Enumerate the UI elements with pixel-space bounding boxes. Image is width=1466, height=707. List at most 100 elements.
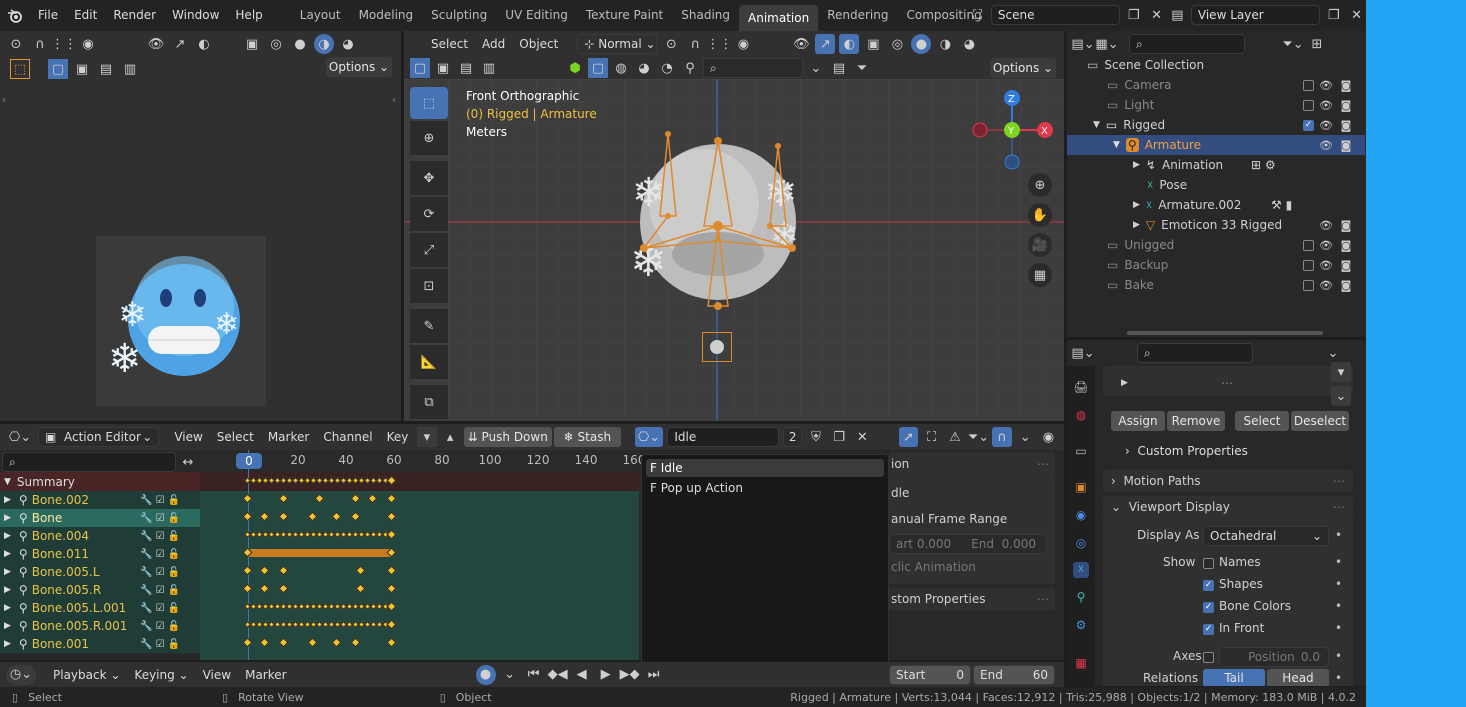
animate-dot-icon[interactable]: • — [1335, 649, 1342, 663]
properties-search-input[interactable]: ⌕ — [1137, 343, 1253, 363]
tool-rotate-icon[interactable]: ⟳ — [410, 197, 448, 231]
tool-measure-icon[interactable]: 📐 — [410, 345, 448, 379]
channel-toggles[interactable]: 🔧 ☑ 🔓 — [140, 603, 180, 614]
menu-file[interactable]: File — [30, 0, 66, 31]
viewport-shading-wire-icon[interactable]: ◎ — [887, 34, 907, 54]
exclude-checkbox[interactable] — [1303, 279, 1314, 291]
outliner-editor-type-icon[interactable]: ▤⌄ — [1071, 34, 1094, 54]
dopesheet-mode-dropdown[interactable]: ▣ Action Editor ⌄ — [38, 427, 160, 447]
tab-world-icon[interactable]: ◍ — [1073, 408, 1089, 424]
keyframe[interactable] — [386, 493, 397, 504]
menu-edit[interactable]: Edit — [66, 0, 105, 31]
animate-dot-icon[interactable]: • — [1335, 599, 1342, 613]
tab-rendering[interactable]: Rendering — [818, 0, 897, 31]
channel-row[interactable]: ▶ ⚲ Bone.005.R.001 🔧 ☑ 🔓 — [0, 617, 200, 635]
channel-search-input[interactable]: ⌕ — [2, 452, 176, 472]
tool-transform-icon[interactable]: ⊡ — [410, 269, 448, 303]
viewport-menu-select[interactable]: Select — [426, 37, 473, 51]
outliner-row-scene-collection[interactable]: ▭ Scene Collection — [1067, 55, 1365, 75]
viewport-pivot-icon[interactable]: ⊙ — [661, 34, 681, 54]
bone-colors-checkbox[interactable]: ✓ — [1203, 602, 1214, 613]
outliner-display-mode-icon[interactable]: ▦⌄ — [1095, 34, 1118, 54]
tab-collection-icon[interactable]: ▭ — [1073, 444, 1089, 460]
jump-start-icon[interactable]: ⏮ — [524, 665, 544, 685]
tab-layout[interactable]: Layout — [291, 0, 350, 31]
ortho-grid-icon[interactable]: ▦ — [1028, 263, 1052, 287]
viewport-options-button[interactable]: Options ⌄ — [990, 58, 1056, 78]
expand-right-icon[interactable]: ▶ — [4, 567, 11, 577]
tab-sculpting[interactable]: Sculpting — [422, 0, 496, 31]
fake-user-shield-icon[interactable]: ⛨ — [806, 427, 825, 447]
only-selected-icon[interactable]: ➚ — [899, 427, 919, 447]
keyframe[interactable] — [350, 493, 361, 504]
overlay-icon[interactable]: ◐ — [194, 34, 214, 54]
exclude-checkbox[interactable] — [1303, 79, 1314, 91]
animate-dot-icon[interactable]: • — [1335, 577, 1342, 591]
tab-constraints-icon[interactable]: ◎ — [1073, 536, 1089, 552]
jump-end-icon[interactable]: ⏭ — [644, 665, 664, 685]
camera-render-icon[interactable]: ◙ — [1337, 239, 1355, 252]
dopesheet-filter-icon[interactable]: ⏷⌄ — [968, 427, 989, 447]
outliner-row-rigged[interactable]: ▼ ▭ Rigged ✓ 👁 ◙ — [1067, 115, 1365, 135]
camera-options-button[interactable]: Options ⌄ — [326, 57, 392, 77]
view-layer-new-icon[interactable]: ❐ — [1324, 5, 1343, 25]
channel-toggles[interactable]: 🔧 ☑ 🔓 — [140, 531, 180, 542]
channel-toggles[interactable]: 🔧 ☑ 🔓 — [140, 513, 180, 524]
expand-right-icon[interactable]: ▶ — [4, 621, 11, 631]
viewport-visibility-icon[interactable]: 👁 — [791, 34, 811, 54]
eye-icon[interactable]: 👁 — [1317, 259, 1335, 272]
keyframe[interactable] — [278, 493, 289, 504]
tab-armature-data-icon[interactable]: ☓ — [1073, 562, 1089, 578]
auto-keying-icon[interactable]: ● — [475, 664, 496, 685]
keyframe[interactable] — [278, 583, 289, 594]
vp-mode-new-icon[interactable]: ▢ — [410, 58, 430, 78]
proportional-edit-icon[interactable]: ◉ — [1039, 427, 1058, 447]
camera-sidebar-expand-icon[interactable]: ‹ — [392, 95, 396, 106]
view-layer-icon[interactable]: ▤ — [1168, 5, 1187, 25]
expand-right-icon[interactable]: ▶ — [4, 639, 11, 649]
keyframe[interactable] — [278, 565, 289, 576]
keyframe[interactable] — [350, 511, 361, 522]
channel-row[interactable]: ▶ ⚲ Bone.005.L 🔧 ☑ 🔓 — [0, 563, 200, 581]
keyframe[interactable] — [386, 529, 397, 540]
expand-right-icon[interactable]: ▶ — [1133, 200, 1140, 210]
mode-new-icon[interactable]: ▢ — [48, 59, 68, 79]
navigation-gizmo[interactable]: Z X Y — [970, 87, 1060, 177]
vp-search-input[interactable]: ⌕ — [703, 58, 803, 78]
animate-dot-icon[interactable]: • — [1335, 528, 1342, 542]
viewport-menu-add[interactable]: Add — [477, 37, 510, 51]
channel-row[interactable]: ▶ ⚲ Bone.002 🔧 ☑ 🔓 — [0, 491, 200, 509]
eye-icon[interactable]: 👁 — [1317, 99, 1335, 112]
eye-icon[interactable]: 👁 — [1317, 79, 1335, 92]
outliner-search-input[interactable]: ⌕ — [1129, 34, 1245, 54]
view-layer-field[interactable]: View Layer — [1190, 5, 1321, 25]
shading-solid-icon[interactable]: ● — [290, 34, 310, 54]
tab-uv-editing[interactable]: UV Editing — [496, 0, 577, 31]
channel-row[interactable]: ▶ ⚲ Bone 🔧 ☑ 🔓 — [0, 509, 200, 527]
tab-bone-icon[interactable]: ⚲ — [1073, 590, 1089, 606]
keyframe[interactable] — [242, 583, 253, 594]
action-custom-properties-panel[interactable]: stom Properties ⋯ — [889, 588, 1055, 610]
camera-render-icon[interactable]: ◙ — [1337, 139, 1355, 152]
outliner-row-animation[interactable]: ▶ ↯ Animation ⊞ ⚙ — [1067, 155, 1365, 175]
expand-right-icon[interactable]: ▶ — [4, 495, 11, 505]
eye-icon[interactable]: 👁 — [1317, 239, 1335, 252]
assign-button[interactable]: Assign — [1111, 411, 1165, 431]
viewport-overlay-icon[interactable]: ◐ — [839, 34, 860, 54]
channel-toggles[interactable]: 🔧 ☑ 🔓 — [140, 585, 180, 596]
dopesheet-menu-key[interactable]: Key — [382, 430, 414, 444]
channel-swap-icon[interactable]: ↔ — [178, 452, 198, 472]
viewport-xray-icon[interactable]: ▣ — [863, 34, 883, 54]
vp-mode-invert-icon[interactable]: ▥ — [479, 58, 499, 78]
keyframe[interactable] — [386, 583, 397, 594]
viewport-snap-icon[interactable]: ∩ — [685, 34, 705, 54]
channel-row[interactable]: ▶ ⚲ Bone.011 🔧 ☑ 🔓 — [0, 545, 200, 563]
animate-dot-icon[interactable]: • — [1335, 621, 1342, 635]
expand-right-icon[interactable]: ▶ — [4, 513, 11, 523]
outliner-row-camera[interactable]: ▭ Camera 👁 ◙ — [1067, 75, 1365, 95]
play-icon[interactable]: ▶ — [596, 665, 616, 685]
tool-scale-icon[interactable]: ⤢ — [410, 233, 448, 267]
expand-right-icon[interactable]: ▶ — [4, 603, 11, 613]
viewport-display-panel[interactable]: ⌄ Viewport Display ⋯ — [1103, 496, 1353, 518]
keyframe[interactable] — [386, 619, 397, 630]
